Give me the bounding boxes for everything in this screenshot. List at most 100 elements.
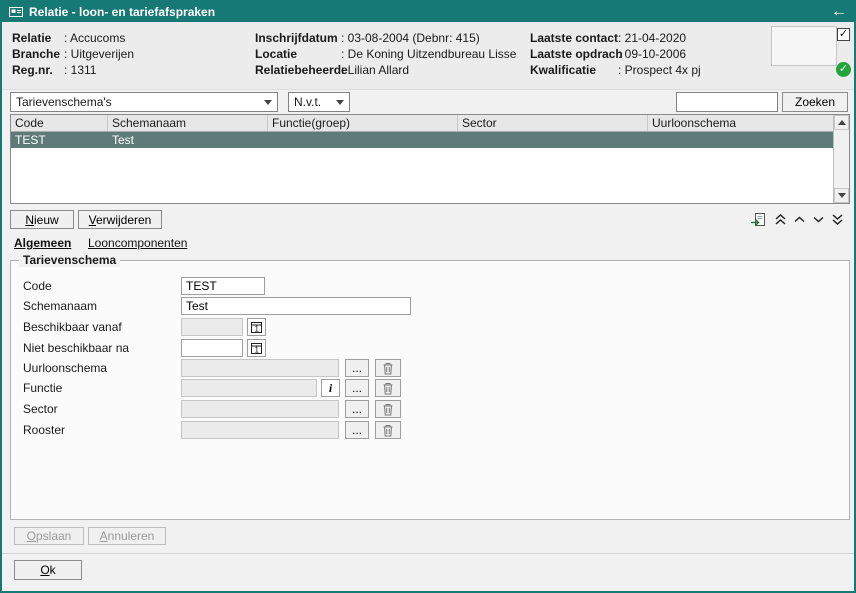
trash-icon: [382, 424, 394, 437]
table-row[interactable]: TEST Test: [11, 132, 833, 148]
trash-icon: [382, 403, 394, 416]
column-header-functiegroep[interactable]: Functie(groep): [268, 115, 458, 131]
locatie-value: : De Koning Uitzendbureau Lisse: [341, 47, 516, 61]
logo-placeholder: [771, 26, 837, 66]
table-scrollbar[interactable]: [833, 115, 849, 203]
triangle-down-icon: [838, 193, 846, 198]
uurloonschema-delete-button[interactable]: [375, 359, 401, 377]
cell-functiegroep: [268, 132, 458, 148]
cell-uurloonschema: [648, 132, 833, 148]
move-last-button[interactable]: [828, 211, 846, 228]
functie-delete-button[interactable]: [375, 379, 401, 397]
checkmark-icon: ✓: [839, 63, 848, 75]
beschikbaar-vanaf-calendar-button[interactable]: 1: [247, 318, 266, 336]
search-input[interactable]: [676, 92, 778, 112]
cell-code: TEST: [11, 132, 108, 148]
schema-type-dropdown-value: Tarievenschema's: [16, 95, 112, 109]
branche-value: : Uitgeverijen: [64, 47, 134, 61]
ok-button-label: Ok: [15, 562, 81, 578]
tab-looncomponenten[interactable]: Looncomponenten: [88, 235, 187, 251]
niet-beschikbaar-na-input[interactable]: [181, 339, 243, 357]
schema-type-dropdown[interactable]: Tarievenschema's: [10, 92, 278, 112]
chevron-down-icon: [811, 212, 826, 227]
chevron-down-icon: [264, 100, 272, 105]
calendar-icon: 1: [250, 342, 263, 355]
status-ok-icon: ✓: [836, 62, 851, 77]
move-first-button[interactable]: [771, 211, 789, 228]
scroll-up-button[interactable]: [834, 115, 849, 130]
relatie-value: : Accucoms: [64, 31, 125, 45]
relatie-label: Relatie: [12, 31, 64, 45]
uurloonschema-label: Uurloonschema: [23, 361, 173, 375]
export-icon: [750, 212, 766, 227]
uurloonschema-input: [181, 359, 339, 377]
schemanaam-input[interactable]: [181, 297, 411, 315]
beschikbaar-vanaf-input: [181, 318, 243, 336]
rooster-input: [181, 421, 339, 439]
verwijderen-button[interactable]: Verwijderen: [78, 210, 162, 229]
chevron-down-icon: [336, 100, 344, 105]
relation-header-panel: Relatie: Accucoms Branche: Uitgeverijen …: [2, 22, 854, 90]
scroll-down-button[interactable]: [834, 188, 849, 203]
nieuw-button-label: Nieuw: [11, 212, 73, 228]
laatste-opdracht-label: Laatste opdrach: [530, 47, 618, 61]
niet-beschikbaar-na-calendar-button[interactable]: 1: [247, 339, 266, 357]
group-title: Tarievenschema: [19, 253, 120, 267]
sector-delete-button[interactable]: [375, 400, 401, 418]
beschikbaar-vanaf-label: Beschikbaar vanaf: [23, 320, 173, 334]
table-header-row: Code Schemanaam Functie(groep) Sector Uu…: [11, 115, 833, 132]
inschrijfdatum-value: : 03-08-2004 (Debnr: 415): [341, 31, 480, 45]
calendar-icon: 1: [250, 321, 263, 334]
back-button[interactable]: ←: [831, 4, 847, 20]
code-label: Code: [23, 279, 173, 293]
column-header-code[interactable]: Code: [11, 115, 108, 131]
filter-dropdown[interactable]: N.v.t.: [288, 92, 350, 112]
sector-browse-button[interactable]: ...: [345, 400, 369, 418]
title-bar: Relatie - loon- en tariefafspraken ←: [2, 2, 854, 22]
move-up-button[interactable]: [790, 211, 808, 228]
footer-separator: [2, 553, 854, 554]
zoeken-button[interactable]: Zoeken: [782, 92, 848, 112]
window-title: Relatie - loon- en tariefafspraken: [29, 5, 831, 19]
column-header-schemanaam[interactable]: Schemanaam: [108, 115, 268, 131]
column-header-sector[interactable]: Sector: [458, 115, 648, 131]
tab-algemeen[interactable]: Algemeen: [14, 235, 71, 251]
export-button[interactable]: [749, 211, 767, 228]
tarievenschema-groupbox: Tarievenschema Code Schemanaam Beschikba…: [10, 260, 850, 520]
uurloonschema-browse-button[interactable]: ...: [345, 359, 369, 377]
laatste-contact-value: : 21-04-2020: [618, 31, 686, 45]
rooster-browse-button[interactable]: ...: [345, 421, 369, 439]
chevron-up-icon: [792, 212, 807, 227]
header-checkbox[interactable]: ✓: [837, 28, 850, 41]
cell-schemanaam: Test: [108, 132, 268, 148]
annuleren-button-label: Annuleren: [89, 528, 165, 544]
header-column-3: Laatste contact: 21-04-2020 Laatste opdr…: [530, 30, 701, 78]
column-header-uurloonschema[interactable]: Uurloonschema: [648, 115, 833, 131]
filter-dropdown-value: N.v.t.: [294, 95, 321, 109]
trash-icon: [382, 382, 394, 395]
rooster-delete-button[interactable]: [375, 421, 401, 439]
double-chevron-down-icon: [830, 212, 845, 227]
ok-button[interactable]: Ok: [14, 560, 82, 580]
functie-browse-button[interactable]: ...: [345, 379, 369, 397]
schemanaam-label: Schemanaam: [23, 299, 173, 313]
kwalificatie-label: Kwalificatie: [530, 63, 618, 77]
double-chevron-up-icon: [773, 212, 788, 227]
functie-info-button[interactable]: i: [321, 379, 340, 397]
annuleren-button[interactable]: Annuleren: [88, 527, 166, 545]
relatie-window: Relatie - loon- en tariefafspraken ← Rel…: [0, 0, 856, 593]
relatiebeheerder-label: Relatiebeheerde: [255, 63, 341, 77]
opslaan-button[interactable]: Opslaan: [14, 527, 84, 545]
move-down-button[interactable]: [809, 211, 827, 228]
cell-sector: [458, 132, 648, 148]
rooster-label: Rooster: [23, 423, 173, 437]
zoeken-button-label: Zoeken: [795, 95, 835, 109]
relatiebeheerder-value: : Lilian Allard: [341, 63, 409, 77]
code-input[interactable]: [181, 277, 265, 295]
functie-input: [181, 379, 317, 397]
branche-label: Branche: [12, 47, 64, 61]
locatie-label: Locatie: [255, 47, 341, 61]
relatie-card-icon: [9, 6, 23, 18]
laatste-contact-label: Laatste contact: [530, 31, 618, 45]
nieuw-button[interactable]: Nieuw: [10, 210, 74, 229]
